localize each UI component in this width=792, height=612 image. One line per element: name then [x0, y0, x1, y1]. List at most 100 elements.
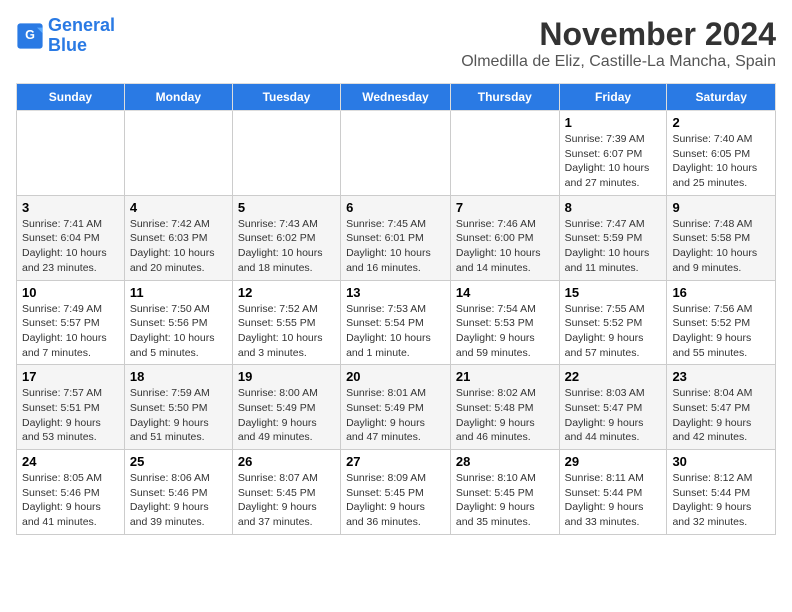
- day-number: 16: [672, 285, 770, 300]
- day-number: 2: [672, 115, 770, 130]
- day-number: 11: [130, 285, 227, 300]
- day-header-sunday: Sunday: [17, 84, 125, 111]
- main-title: November 2024: [461, 16, 776, 53]
- calendar-cell: 3 Sunrise: 7:41 AM Sunset: 6:04 PM Daylig…: [17, 195, 125, 280]
- calendar-cell: 25 Sunrise: 8:06 AM Sunset: 5:46 PM Dayli…: [124, 450, 232, 535]
- calendar-cell: 18 Sunrise: 7:59 AM Sunset: 5:50 PM Dayli…: [124, 365, 232, 450]
- day-number: 25: [130, 454, 227, 469]
- cell-info: Sunrise: 7:52 AM Sunset: 5:55 PM Dayligh…: [238, 302, 335, 361]
- cell-info: Sunrise: 7:39 AM Sunset: 6:07 PM Dayligh…: [565, 132, 662, 191]
- day-number: 9: [672, 200, 770, 215]
- day-number: 12: [238, 285, 335, 300]
- cell-info: Sunrise: 8:07 AM Sunset: 5:45 PM Dayligh…: [238, 471, 335, 530]
- subtitle: Olmedilla de Eliz, Castille-La Mancha, S…: [461, 53, 776, 71]
- calendar-cell: 21 Sunrise: 8:02 AM Sunset: 5:48 PM Dayli…: [450, 365, 559, 450]
- day-number: 10: [22, 285, 119, 300]
- day-number: 20: [346, 369, 445, 384]
- calendar-cell: 8Sunrise: 7:47 AM Sunset: 5:59 PM Daylig…: [559, 195, 667, 280]
- cell-info: Sunrise: 7:53 AM Sunset: 5:54 PM Dayligh…: [346, 302, 445, 361]
- calendar-cell: 11 Sunrise: 7:50 AM Sunset: 5:56 PM Dayli…: [124, 280, 232, 365]
- day-number: 15: [565, 285, 662, 300]
- calendar-cell: [232, 111, 340, 196]
- cell-info: Sunrise: 8:04 AM Sunset: 5:47 PM Dayligh…: [672, 386, 770, 445]
- logo: G General Blue: [16, 16, 115, 56]
- calendar-cell: 12 Sunrise: 7:52 AM Sunset: 5:55 PM Dayli…: [232, 280, 340, 365]
- cell-info: Sunrise: 7:40 AM Sunset: 6:05 PM Dayligh…: [672, 132, 770, 191]
- calendar-week-row: 17 Sunrise: 7:57 AM Sunset: 5:51 PM Dayli…: [17, 365, 776, 450]
- cell-info: Sunrise: 7:54 AM Sunset: 5:53 PM Dayligh…: [456, 302, 554, 361]
- logo-icon: G: [16, 22, 44, 50]
- calendar-header-row: SundayMondayTuesdayWednesdayThursdayFrid…: [17, 84, 776, 111]
- calendar-cell: 19Sunrise: 8:00 AM Sunset: 5:49 PM Dayli…: [232, 365, 340, 450]
- calendar-cell: 23 Sunrise: 8:04 AM Sunset: 5:47 PM Dayli…: [667, 365, 776, 450]
- calendar-cell: [124, 111, 232, 196]
- day-number: 23: [672, 369, 770, 384]
- calendar-cell: 5 Sunrise: 7:43 AM Sunset: 6:02 PM Daylig…: [232, 195, 340, 280]
- calendar-cell: 29Sunrise: 8:11 AM Sunset: 5:44 PM Dayli…: [559, 450, 667, 535]
- day-number: 30: [672, 454, 770, 469]
- svg-text:G: G: [25, 28, 35, 42]
- cell-info: Sunrise: 8:05 AM Sunset: 5:46 PM Dayligh…: [22, 471, 119, 530]
- day-number: 17: [22, 369, 119, 384]
- day-number: 19: [238, 369, 335, 384]
- title-section: November 2024 Olmedilla de Eliz, Castill…: [461, 16, 776, 71]
- calendar-cell: 30 Sunrise: 8:12 AM Sunset: 5:44 PM Dayli…: [667, 450, 776, 535]
- day-header-wednesday: Wednesday: [341, 84, 451, 111]
- calendar-cell: 2 Sunrise: 7:40 AM Sunset: 6:05 PM Daylig…: [667, 111, 776, 196]
- day-number: 6: [346, 200, 445, 215]
- day-number: 3: [22, 200, 119, 215]
- cell-info: Sunrise: 7:57 AM Sunset: 5:51 PM Dayligh…: [22, 386, 119, 445]
- cell-info: Sunrise: 7:42 AM Sunset: 6:03 PM Dayligh…: [130, 217, 227, 276]
- day-number: 27: [346, 454, 445, 469]
- calendar-body: 1 Sunrise: 7:39 AM Sunset: 6:07 PM Daylig…: [17, 111, 776, 535]
- calendar-cell: 13 Sunrise: 7:53 AM Sunset: 5:54 PM Dayli…: [341, 280, 451, 365]
- day-number: 5: [238, 200, 335, 215]
- day-header-friday: Friday: [559, 84, 667, 111]
- day-number: 18: [130, 369, 227, 384]
- cell-info: Sunrise: 7:45 AM Sunset: 6:01 PM Dayligh…: [346, 217, 445, 276]
- calendar-cell: 26 Sunrise: 8:07 AM Sunset: 5:45 PM Dayli…: [232, 450, 340, 535]
- calendar-week-row: 1 Sunrise: 7:39 AM Sunset: 6:07 PM Daylig…: [17, 111, 776, 196]
- calendar-cell: 17 Sunrise: 7:57 AM Sunset: 5:51 PM Dayli…: [17, 365, 125, 450]
- calendar-cell: 1 Sunrise: 7:39 AM Sunset: 6:07 PM Daylig…: [559, 111, 667, 196]
- cell-info: Sunrise: 7:47 AM Sunset: 5:59 PM Dayligh…: [565, 217, 662, 276]
- calendar-cell: 10 Sunrise: 7:49 AM Sunset: 5:57 PM Dayli…: [17, 280, 125, 365]
- logo-text: General Blue: [48, 16, 115, 56]
- cell-info: Sunrise: 7:50 AM Sunset: 5:56 PM Dayligh…: [130, 302, 227, 361]
- calendar-week-row: 10 Sunrise: 7:49 AM Sunset: 5:57 PM Dayli…: [17, 280, 776, 365]
- calendar-table: SundayMondayTuesdayWednesdayThursdayFrid…: [16, 83, 776, 535]
- day-header-saturday: Saturday: [667, 84, 776, 111]
- cell-info: Sunrise: 7:41 AM Sunset: 6:04 PM Dayligh…: [22, 217, 119, 276]
- day-number: 13: [346, 285, 445, 300]
- day-number: 26: [238, 454, 335, 469]
- cell-info: Sunrise: 8:12 AM Sunset: 5:44 PM Dayligh…: [672, 471, 770, 530]
- calendar-cell: 24 Sunrise: 8:05 AM Sunset: 5:46 PM Dayli…: [17, 450, 125, 535]
- cell-info: Sunrise: 7:48 AM Sunset: 5:58 PM Dayligh…: [672, 217, 770, 276]
- calendar-cell: [450, 111, 559, 196]
- calendar-cell: 6 Sunrise: 7:45 AM Sunset: 6:01 PM Daylig…: [341, 195, 451, 280]
- calendar-cell: 22Sunrise: 8:03 AM Sunset: 5:47 PM Dayli…: [559, 365, 667, 450]
- calendar-cell: 7Sunrise: 7:46 AM Sunset: 6:00 PM Daylig…: [450, 195, 559, 280]
- cell-info: Sunrise: 8:06 AM Sunset: 5:46 PM Dayligh…: [130, 471, 227, 530]
- cell-info: Sunrise: 8:02 AM Sunset: 5:48 PM Dayligh…: [456, 386, 554, 445]
- day-number: 1: [565, 115, 662, 130]
- cell-info: Sunrise: 7:49 AM Sunset: 5:57 PM Dayligh…: [22, 302, 119, 361]
- day-number: 14: [456, 285, 554, 300]
- calendar-cell: 16 Sunrise: 7:56 AM Sunset: 5:52 PM Dayli…: [667, 280, 776, 365]
- day-number: 21: [456, 369, 554, 384]
- cell-info: Sunrise: 8:09 AM Sunset: 5:45 PM Dayligh…: [346, 471, 445, 530]
- calendar-cell: 20Sunrise: 8:01 AM Sunset: 5:49 PM Dayli…: [341, 365, 451, 450]
- calendar-cell: 27 Sunrise: 8:09 AM Sunset: 5:45 PM Dayli…: [341, 450, 451, 535]
- day-header-monday: Monday: [124, 84, 232, 111]
- calendar-week-row: 24 Sunrise: 8:05 AM Sunset: 5:46 PM Dayli…: [17, 450, 776, 535]
- cell-info: Sunrise: 7:43 AM Sunset: 6:02 PM Dayligh…: [238, 217, 335, 276]
- logo-line2: Blue: [48, 35, 87, 55]
- cell-info: Sunrise: 7:59 AM Sunset: 5:50 PM Dayligh…: [130, 386, 227, 445]
- day-number: 7: [456, 200, 554, 215]
- cell-info: Sunrise: 8:03 AM Sunset: 5:47 PM Dayligh…: [565, 386, 662, 445]
- day-number: 29: [565, 454, 662, 469]
- day-number: 24: [22, 454, 119, 469]
- cell-info: Sunrise: 7:56 AM Sunset: 5:52 PM Dayligh…: [672, 302, 770, 361]
- calendar-cell: 9 Sunrise: 7:48 AM Sunset: 5:58 PM Daylig…: [667, 195, 776, 280]
- calendar-cell: 15Sunrise: 7:55 AM Sunset: 5:52 PM Dayli…: [559, 280, 667, 365]
